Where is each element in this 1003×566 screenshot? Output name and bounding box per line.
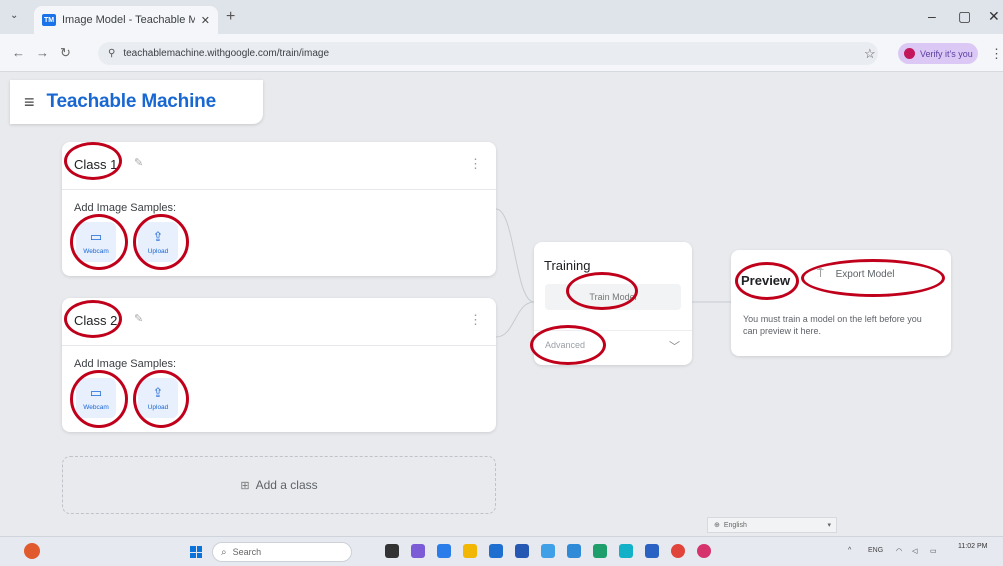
class-options-icon[interactable]: ⋮	[469, 156, 482, 172]
site-info-icon[interactable]: ⚲	[108, 48, 115, 59]
webcam-button[interactable]: ▭ Webcam	[76, 222, 116, 262]
upload-label: Upload	[147, 403, 169, 411]
windows-start-icon[interactable]	[190, 546, 202, 558]
class-card-1: Class 1 ✎ ⋮ Add Image Samples: ▭ Webcam …	[62, 142, 496, 276]
webcam-label: Webcam	[83, 247, 109, 255]
dropdown-arrow-icon: ▾	[827, 522, 831, 529]
address-toolbar: ← → ↻ ⚲ teachablemachine.withgoogle.com/…	[0, 34, 1003, 72]
app-icon[interactable]	[645, 544, 659, 558]
add-class-label: Add a class	[255, 478, 318, 492]
samples-label: Add Image Samples:	[74, 202, 177, 214]
tab-close-icon[interactable]: ✕	[201, 14, 210, 27]
add-class-button[interactable]: ⊞ Add a class	[62, 456, 496, 514]
wifi-icon[interactable]: ◠	[896, 547, 902, 555]
maximize-icon[interactable]: ▢	[958, 8, 971, 25]
app-icon[interactable]	[697, 544, 711, 558]
class-card-header: Class 1 ✎ ⋮	[62, 142, 496, 190]
avatar	[904, 48, 915, 59]
taskbar-search-placeholder: Search	[232, 547, 262, 557]
webcam-icon: ▭	[89, 228, 103, 244]
preview-card: Preview ⍑ Export Model You must train a …	[731, 250, 951, 356]
preview-title: Preview	[741, 273, 791, 288]
class-card-header: Class 2 ✎ ⋮	[62, 298, 496, 346]
language-value: English	[723, 521, 747, 529]
minimize-icon[interactable]: –	[928, 8, 936, 24]
advanced-label: Advanced	[545, 340, 586, 350]
app-icon[interactable]	[619, 544, 633, 558]
chevron-down-icon: ﹀	[669, 341, 680, 353]
taskbar-search[interactable]: ⌕ Search	[212, 542, 352, 562]
weather-icon[interactable]	[24, 543, 40, 559]
battery-icon[interactable]: ▭	[930, 547, 937, 555]
volume-icon[interactable]: ◁	[912, 547, 917, 555]
tray-chevron-icon[interactable]: ^	[848, 547, 851, 554]
app-icon[interactable]	[593, 544, 607, 558]
task-view-icon[interactable]	[385, 544, 399, 558]
class-card-2: Class 2 ✎ ⋮ Add Image Samples: ▭ Webcam …	[62, 298, 496, 432]
store-icon[interactable]	[515, 544, 529, 558]
app-icon[interactable]	[489, 544, 503, 558]
export-icon: ⍑	[817, 268, 824, 280]
edit-pencil-icon[interactable]: ✎	[134, 312, 143, 325]
export-model-button[interactable]: ⍑ Export Model	[817, 268, 895, 281]
file-explorer-icon[interactable]	[463, 544, 477, 558]
clock-time: 11:02 PM	[958, 543, 988, 550]
app-canvas: ≡ Teachable Machine Class 1 ✎ ⋮ Add Imag…	[0, 72, 1003, 536]
os-taskbar: ⌕ Search ^ ENG ◠ ◁ ▭ 11:02 PM	[0, 536, 1003, 566]
edit-pencil-icon[interactable]: ✎	[134, 156, 143, 169]
app-icon[interactable]	[411, 544, 425, 558]
system-clock[interactable]: 11:02 PM	[958, 542, 987, 552]
favicon-icon: TM	[42, 14, 56, 26]
upload-icon: ⇪	[152, 228, 164, 244]
profile-label: Verify it's you	[920, 48, 973, 59]
reload-icon[interactable]: ↻	[60, 45, 71, 61]
browser-tab-bar: ⌄ TM Image Model - Teachable Mac ✕ + – ▢…	[0, 0, 1003, 34]
back-icon[interactable]: ←	[12, 45, 25, 60]
app-header: ≡ Teachable Machine	[10, 80, 263, 124]
browser-tab[interactable]: TM Image Model - Teachable Mac ✕	[34, 6, 218, 34]
webcam-icon: ▭	[89, 384, 103, 400]
upload-label: Upload	[147, 247, 169, 255]
app-icon[interactable]	[437, 544, 451, 558]
forward-icon[interactable]: →	[36, 45, 49, 60]
bookmark-star-icon[interactable]: ☆	[864, 46, 876, 62]
app-icon[interactable]	[541, 544, 555, 558]
export-label: Export Model	[835, 269, 895, 280]
tray-language[interactable]: ENG	[868, 547, 883, 554]
webcam-label: Webcam	[83, 403, 109, 411]
language-select[interactable]: ⊕ English ▾	[707, 517, 837, 533]
globe-icon: ⊕	[714, 522, 720, 529]
preview-message: You must train a model on the left befor…	[743, 314, 922, 336]
upload-icon: ⇪	[152, 384, 164, 400]
class-name[interactable]: Class 2	[74, 313, 117, 328]
class-options-icon[interactable]: ⋮	[469, 312, 482, 328]
class-name[interactable]: Class 1	[74, 157, 117, 172]
url-text: teachablemachine.withgoogle.com/train/im…	[123, 48, 330, 59]
browser-menu-icon[interactable]: ⋮	[990, 46, 1003, 62]
tab-title: Image Model - Teachable Mac	[62, 14, 195, 26]
upload-button[interactable]: ⇪ Upload	[138, 222, 178, 262]
add-box-icon: ⊞	[240, 479, 250, 492]
profile-button[interactable]: Verify it's you	[898, 43, 978, 64]
app-title: Teachable Machine	[46, 91, 217, 112]
url-bar[interactable]: ⚲ teachablemachine.withgoogle.com/train/…	[98, 42, 878, 65]
train-model-button[interactable]: Train Model	[545, 284, 681, 310]
upload-button[interactable]: ⇪ Upload	[138, 378, 178, 418]
samples-label: Add Image Samples:	[74, 358, 177, 370]
training-card: Training Train Model Advanced ﹀	[534, 242, 692, 365]
chrome-icon[interactable]	[671, 544, 685, 558]
window-close-icon[interactable]: ✕	[988, 8, 1000, 25]
new-tab-icon[interactable]: +	[226, 8, 235, 26]
menu-icon[interactable]: ≡	[24, 92, 35, 113]
webcam-button[interactable]: ▭ Webcam	[76, 378, 116, 418]
app-icon[interactable]	[567, 544, 581, 558]
training-title: Training	[544, 258, 591, 273]
tab-list-icon[interactable]: ⌄	[10, 10, 18, 21]
search-icon: ⌕	[221, 546, 227, 558]
advanced-toggle[interactable]: Advanced ﹀	[534, 330, 692, 360]
